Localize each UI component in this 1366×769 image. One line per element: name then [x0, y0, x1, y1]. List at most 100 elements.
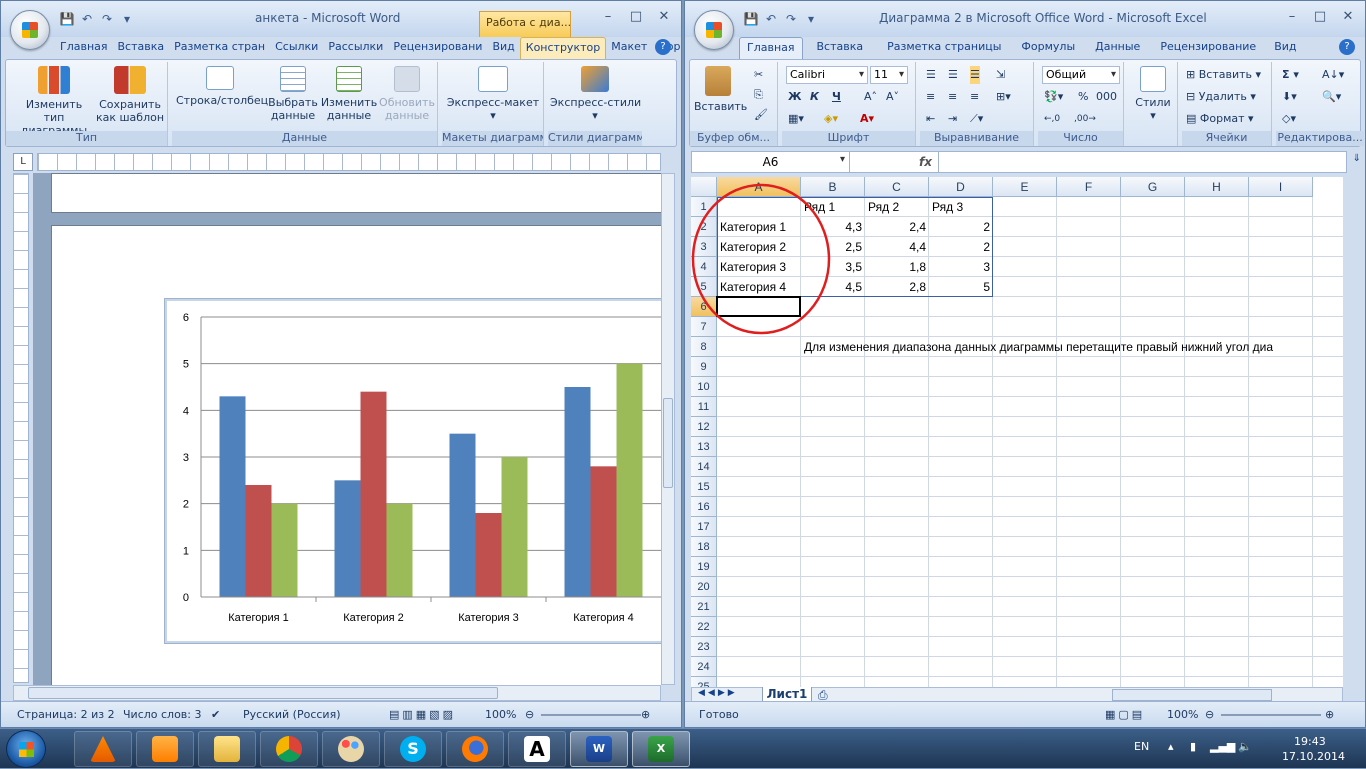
embedded-chart[interactable]: 0 1 2 3 4 5 6 Категория 1 Категория 2 Категория 3…	[165, 299, 665, 643]
view-buttons[interactable]: ▤▥▦▧▨	[389, 708, 456, 721]
help-icon[interactable]: ?	[655, 39, 671, 55]
maximize-button[interactable]: □	[623, 9, 649, 27]
qat-more-icon[interactable]: ▾	[119, 12, 135, 26]
folder-icon	[214, 736, 240, 762]
zoom-slider[interactable]	[1221, 714, 1321, 716]
clock-date[interactable]: 17.10.2014	[1282, 750, 1345, 763]
excel-window: 💾 ↶ ↷ ▾ Диаграмма 2 в Microsoft Office W…	[684, 0, 1366, 728]
taskbar-chrome[interactable]	[260, 731, 318, 767]
word-icon: W	[586, 736, 612, 762]
sheet-nav-icon[interactable]: ◀◀▶▶	[698, 688, 738, 698]
bar-2-series-1	[334, 480, 361, 597]
word-ribbon: Изменить тип диаграммы Сохранить как шаб…	[5, 59, 677, 147]
word-count[interactable]: Число слов: 3	[123, 708, 202, 721]
zoom-level[interactable]: 100%	[485, 708, 516, 721]
bar-2-series-3	[386, 503, 413, 597]
battery-icon[interactable]: ▮	[1190, 740, 1196, 753]
word-window: 💾 ↶ ↷ ▾ анкета - Microsoft Word Работа с…	[0, 0, 682, 728]
clock-time[interactable]: 19:43	[1294, 735, 1326, 748]
taskbar-word[interactable]: W	[570, 731, 628, 767]
taskbar-vlc[interactable]	[74, 731, 132, 767]
network-icon[interactable]: ▂▄▆	[1210, 740, 1235, 753]
zoom-level[interactable]: 100%	[1167, 708, 1198, 721]
scroll-thumb[interactable]	[28, 687, 498, 699]
excel-status-bar: Готово ▦▢▤ 100% ⊖ ⊕	[685, 701, 1365, 727]
chart-canvas: 0 1 2 3 4 5 6 Категория 1 Категория 2 Категория 3…	[183, 312, 661, 624]
taskbar-media-player[interactable]	[136, 731, 194, 767]
vlc-icon	[90, 736, 116, 762]
window-title: анкета - Microsoft Word	[255, 11, 401, 25]
zoom-out-icon[interactable]: ⊖	[1205, 708, 1214, 721]
taskbar-firefox[interactable]	[446, 731, 504, 767]
close-button[interactable]: ✕	[651, 9, 677, 27]
zoom-slider[interactable]	[541, 714, 641, 716]
edit-data-button[interactable]: Изменить данные	[320, 66, 378, 122]
horizontal-ruler[interactable]	[37, 153, 661, 171]
save-as-template-button[interactable]: Сохранить как шаблон	[94, 66, 166, 124]
tab-review[interactable]: Рецензировани	[388, 37, 487, 59]
refresh-data-button[interactable]: Обновить данные	[378, 66, 436, 122]
taskbar-explorer[interactable]	[198, 731, 256, 767]
redo-icon[interactable]: ↷	[99, 12, 115, 26]
quick-styles-button[interactable]: Экспресс-стили ▾	[550, 66, 641, 122]
annotation-overlay	[691, 183, 831, 335]
chart-template-icon	[114, 66, 146, 94]
skype-icon: S	[400, 736, 426, 762]
excel-icon: X	[648, 736, 674, 762]
change-chart-type-button[interactable]: Изменить тип диаграммы	[14, 66, 94, 137]
save-icon[interactable]: 💾	[59, 12, 75, 26]
volume-icon[interactable]: 🔈	[1238, 740, 1252, 753]
tray-expand-icon[interactable]: ▴	[1168, 740, 1174, 753]
word-vertical-scrollbar[interactable]	[661, 173, 675, 685]
tab-page-layout[interactable]: Разметка стран	[169, 37, 270, 59]
bar-1-series-2	[245, 485, 272, 597]
office-button[interactable]	[10, 10, 50, 50]
tab-layout[interactable]: Макет	[606, 37, 652, 59]
office-button[interactable]	[694, 10, 734, 50]
dropdown-arrow-icon: ▾	[490, 109, 496, 122]
taskbar-paint[interactable]	[322, 731, 380, 767]
zoom-in-icon[interactable]: ⊕	[641, 708, 650, 721]
taskbar-skype[interactable]: S	[384, 731, 442, 767]
tab-insert[interactable]: Вставка	[113, 37, 170, 59]
group-label-chart-layouts: Макеты диаграмм	[442, 131, 543, 146]
tab-home[interactable]: Главная	[55, 37, 113, 59]
undo-icon[interactable]: ↶	[79, 12, 95, 26]
dropdown-arrow-icon: ▾	[592, 109, 598, 122]
switch-row-column-button[interactable]: Строка/столбец	[176, 66, 268, 107]
excel-horizontal-scroll-thumb[interactable]	[1112, 689, 1272, 701]
tab-references[interactable]: Ссылки	[270, 37, 323, 59]
taskbar-font-app[interactable]: A	[508, 731, 566, 767]
word-quick-access: 💾 ↶ ↷ ▾	[59, 12, 135, 26]
refresh-data-icon	[394, 66, 420, 92]
tab-design[interactable]: Конструктор	[519, 37, 607, 59]
view-buttons[interactable]: ▦▢▤	[1105, 708, 1145, 721]
taskbar: S A W X EN ▴ ▮ ▂▄▆ 🔈 19:43 17.10.2014	[0, 728, 1366, 768]
quick-layout-button[interactable]: Экспресс-макет ▾	[446, 66, 540, 122]
language[interactable]: Русский (Россия)	[243, 708, 341, 721]
word-horizontal-scrollbar[interactable]	[13, 685, 661, 701]
bar-3-series-2	[475, 513, 502, 597]
y-tick-label: 1	[183, 545, 189, 557]
word-status-bar: Страница: 2 из 2 Число слов: 3 ✔ Русский…	[1, 701, 681, 727]
zoom-in-icon[interactable]: ⊕	[1325, 708, 1334, 721]
vertical-ruler[interactable]	[13, 173, 29, 683]
start-button[interactable]	[6, 730, 46, 768]
group-label-type: Тип	[6, 131, 167, 146]
scroll-thumb[interactable]	[663, 398, 673, 488]
page-count[interactable]: Страница: 2 из 2	[17, 708, 115, 721]
chrome-icon	[276, 736, 302, 762]
x-tick-label: Категория 1	[228, 612, 289, 624]
spellcheck-icon[interactable]: ✔	[211, 708, 220, 721]
language-indicator[interactable]: EN	[1134, 740, 1149, 753]
zoom-out-icon[interactable]: ⊖	[525, 708, 534, 721]
select-data-button[interactable]: Выбрать данные	[266, 66, 320, 122]
firefox-icon	[462, 736, 488, 762]
x-tick-label: Категория 4	[573, 612, 634, 624]
tab-mailings[interactable]: Рассылки	[323, 37, 388, 59]
tab-stop-selector[interactable]: L	[13, 153, 33, 171]
y-tick-label: 6	[183, 312, 189, 324]
minimize-button[interactable]: –	[595, 9, 621, 27]
taskbar-excel[interactable]: X	[632, 731, 690, 767]
tab-view[interactable]: Вид	[487, 37, 519, 59]
